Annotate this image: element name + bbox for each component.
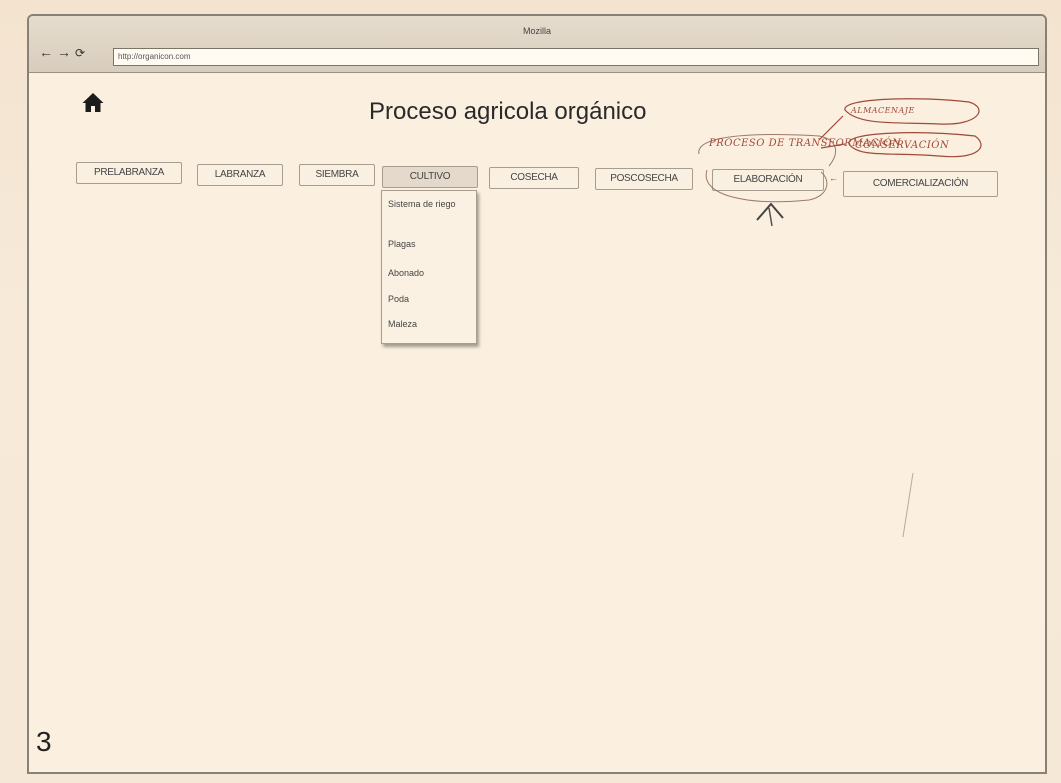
nav-siembra[interactable]: SIEMBRA [299, 164, 375, 186]
annotation-conservacion: CONSERVACIÓN [855, 140, 950, 151]
cultivo-dropdown: Sistema de riego Plagas Abonado Poda Mal… [381, 190, 477, 344]
dropdown-item-poda[interactable]: Poda [388, 294, 409, 305]
dropdown-item-sistema-de-riego[interactable]: Sistema de riego [388, 199, 458, 210]
browser-window: Mozilla ← → ⟳ http://organicon.com Proceso… [27, 14, 1047, 774]
window-title: Mozilla [522, 26, 551, 36]
annotation-ink [698, 98, 982, 226]
sheet-number: 3 [36, 726, 52, 757]
url-bar[interactable]: http://organicon.com [113, 48, 1039, 66]
arrow-connector: ← [829, 173, 838, 183]
nav-poscosecha[interactable]: POSCOSECHA [595, 168, 693, 190]
nav-comercializacion[interactable]: COMERCIALIZACIÓN [843, 171, 998, 197]
page-title: Proceso agricola orgánico [369, 98, 647, 125]
title-bar: Mozilla ← → ⟳ http://organicon.com [29, 16, 1045, 73]
annotation-almacenaje: ALMACENAJE [851, 106, 915, 115]
back-arrow-icon[interactable]: ← [39, 44, 53, 60]
dropdown-item-maleza[interactable]: Maleza [388, 319, 417, 330]
nav-prelabranza[interactable]: PRELABRANZA [76, 162, 182, 184]
nav-elaboracion[interactable]: ELABORACIÓN [712, 169, 824, 191]
reload-icon[interactable]: ⟳ [75, 46, 85, 60]
dropdown-item-plagas[interactable]: Plagas [388, 239, 416, 250]
nav-labranza[interactable]: LABRANZA [197, 164, 283, 186]
forward-arrow-icon[interactable]: → [57, 44, 71, 60]
nav-cultivo[interactable]: CULTIVO [382, 166, 478, 188]
pencil-stroke [902, 472, 914, 538]
dropdown-item-abonado[interactable]: Abonado [388, 268, 424, 279]
nav-controls: ← → ⟳ [39, 44, 89, 60]
nav-cosecha[interactable]: COSECHA [489, 167, 579, 189]
home-icon[interactable] [81, 90, 105, 114]
